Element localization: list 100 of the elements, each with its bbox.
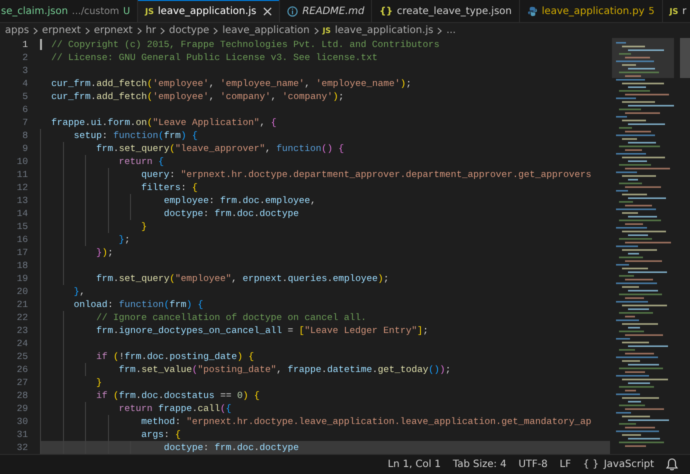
code-line: if (!frm.doc.posting_date) { (95, 351, 254, 362)
editor-tab[interactable]: {} create_leave_type.json (372, 0, 520, 22)
line-number: 19 (16, 272, 29, 285)
line-number: 1 (21, 38, 29, 51)
tab-label: leave_application.py (542, 6, 644, 16)
chevron-right-icon (437, 26, 442, 34)
code-line: return frappe.call({ (118, 403, 232, 414)
code-line: frm.set_query("leave_approver", function() { (95, 143, 344, 154)
line-number: 24 (16, 337, 29, 350)
tab-status-letter: U (123, 6, 130, 16)
line-number: 8 (21, 129, 29, 142)
tab-status-letter: 5 (648, 6, 655, 16)
line-number: 27 (16, 376, 29, 389)
code-line: } (140, 221, 147, 232)
tab-label: leave_application.js (158, 6, 256, 16)
line-ending[interactable]: LF (560, 459, 571, 470)
python-file-icon (526, 6, 538, 16)
line-number: 13 (16, 194, 29, 207)
line-number: 7 (21, 116, 29, 129)
code-line: cur_frm.add_fetch('employee', 'company', 'company'); (51, 91, 344, 102)
chevron-right-icon (314, 26, 319, 34)
javascript-file-icon: JS (145, 6, 154, 16)
code-line: // License: GNU General Public License v3. See license.txt (51, 52, 378, 63)
code-line: onload: function(frm) { (72, 299, 204, 310)
code-line: method: "erpnext.hr.doctype.leave_application.leave_application.get_mandatory_ap (140, 416, 592, 427)
line-number: 20 (16, 285, 29, 298)
chevron-right-icon (136, 26, 142, 34)
code-line: // Copyright (c) 2015, Frappe Technologies Pvt. Ltd. and Contributors (51, 39, 440, 50)
code-line: filters: { (140, 182, 198, 193)
line-number: 17 (16, 246, 29, 259)
editor-tab[interactable]: leave_application.py 5 (520, 0, 663, 22)
line-number: 10 (16, 155, 29, 168)
line-number: 32 (16, 441, 29, 454)
breadcrumb-item[interactable]: erpnext (42, 25, 81, 36)
editor-tab[interactable]: JS leave_application.js (138, 0, 280, 22)
code-line: } (95, 377, 102, 388)
line-number: 12 (16, 181, 29, 194)
bell-icon[interactable] (666, 458, 678, 471)
editor-tab[interactable]: README.md (280, 0, 372, 22)
chevron-right-icon (33, 26, 38, 34)
breadcrumb-item[interactable]: doctype (169, 25, 210, 36)
code-line: frm.set_query("employee", erpnext.queries.employee); (95, 273, 390, 284)
breadcrumb-item[interactable]: erpnext (94, 25, 133, 36)
encoding[interactable]: UTF-8 (518, 459, 548, 470)
code-line: query: "erpnext.hr.doctype.department_approver.department_approver.get_approvers (140, 169, 592, 180)
code-line: doctype: frm.doc.doctype (162, 208, 299, 219)
code-line: }); (95, 247, 114, 258)
language-mode[interactable]: JavaScript (604, 459, 654, 470)
line-number: 29 (16, 402, 29, 415)
close-icon[interactable] (263, 6, 272, 16)
tab-size[interactable]: Tab Size: 4 (452, 459, 506, 470)
breadcrumb-item[interactable]: leave_application.js (334, 25, 434, 36)
breadcrumb-item[interactable]: apps (5, 25, 30, 36)
line-number: 22 (16, 311, 29, 324)
json-file-icon: {} (379, 6, 393, 16)
line-number: 5 (21, 90, 29, 103)
tab-label: r (682, 6, 686, 16)
line-number: 21 (16, 298, 29, 311)
line-number: 11 (16, 168, 29, 181)
line-number: 2 (21, 51, 29, 64)
code-line: args: { (140, 429, 181, 440)
code-line: employee: frm.doc.employee, (162, 195, 316, 206)
tab-label: README.md (302, 6, 364, 16)
line-number: 23 (16, 324, 29, 337)
line-number: 31 (16, 428, 29, 441)
code-line: setup: function(frm) { (72, 130, 198, 141)
breadcrumb-item[interactable]: leave_application (222, 25, 310, 36)
code-line: doctype: frm.doc.doctype (162, 442, 299, 453)
code-line: }; (118, 234, 130, 245)
breadcrumb-item[interactable]: hr (146, 25, 156, 36)
line-number: 18 (16, 259, 29, 272)
line-number: 26 (16, 363, 29, 376)
tab-path: .../custom (72, 6, 120, 16)
line-number: 9 (21, 142, 29, 155)
tab-label: se_claim.json (1, 6, 68, 16)
code-line: frm.ignore_doctypes_on_cancel_all = ["Leave Ledger Entry"]; (95, 325, 428, 336)
code-line: return { (118, 156, 164, 167)
braces-icon: { } (582, 459, 599, 470)
scrollbar-thumb[interactable] (680, 38, 690, 78)
line-number: 4 (21, 77, 29, 90)
line-number: 30 (16, 415, 29, 428)
info-icon (287, 6, 298, 16)
line-number: 16 (16, 233, 29, 246)
editor-tab[interactable]: JS r (662, 0, 690, 22)
line-number: 25 (16, 350, 29, 363)
code-line: frm.set_value("posting_date", frappe.datetime.get_today()); (118, 364, 451, 375)
line-number: 28 (16, 389, 29, 402)
code-line: // Ignore cancellation of doctype on cancel all. (95, 312, 366, 323)
code-line: if (frm.doc.docstatus == 0) { (95, 390, 260, 401)
tab-label: create_leave_type.json (396, 6, 512, 16)
code-line: frappe.ui.form.on("Leave Application", { (51, 117, 276, 128)
chevron-right-icon (213, 26, 218, 34)
cursor-position[interactable]: Ln 1, Col 1 (388, 459, 441, 470)
code-line: }, (72, 286, 86, 297)
line-number: 3 (21, 64, 29, 77)
breadcrumb-item[interactable]: ... (446, 25, 456, 36)
code-line: cur_frm.add_fetch('employee', 'employee_name', 'employee_name'); (51, 78, 412, 89)
line-number: 6 (21, 103, 29, 116)
javascript-file-icon: JS (670, 6, 678, 16)
chevron-right-icon (160, 26, 166, 34)
